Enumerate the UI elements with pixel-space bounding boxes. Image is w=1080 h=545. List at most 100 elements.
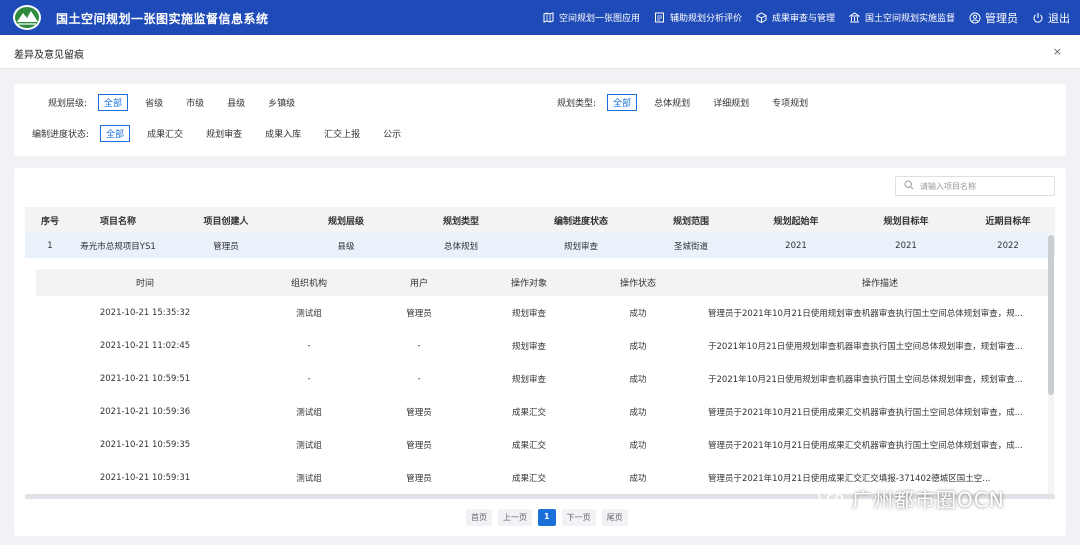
app-title: 国土空间规划一张图实施监督信息系统 <box>56 12 269 26</box>
log-cell: 管理员于2021年10月21日使用成果汇交汇交填报-371402德城区国土空..… <box>708 473 991 484</box>
filter-level-all[interactable]: 全部 <box>98 93 129 111</box>
filter-level-province[interactable]: 省级 <box>139 94 169 111</box>
operation-log-table: 时间 组织机构 用户 操作对象 操作状态 操作描述 2021-10-21 15:… <box>36 269 1052 493</box>
filter-level-city[interactable]: 市级 <box>180 94 210 111</box>
filter-progress-all[interactable]: 全部 <box>100 124 131 142</box>
column-header[interactable]: 规划层级 <box>291 214 401 227</box>
log-cell: 管理员 <box>406 440 432 451</box>
column-header[interactable]: 规划类型 <box>401 214 521 227</box>
nav-label: 空间规划一张图应用 <box>558 14 640 24</box>
bank-icon <box>849 12 861 24</box>
search-box <box>895 176 1055 196</box>
log-row[interactable]: 2021-10-21 11:02:45 - - 规划审查 成功 于2021年10… <box>36 329 1052 362</box>
log-row[interactable]: 2021-10-21 15:35:32 测试组 管理员 规划审查 成功 管理员于… <box>36 296 1052 329</box>
top-nav: 空间规划一张图应用 辅助规划分析评价 成果审查与管理 国土空间规划实施监督 管理… <box>543 0 1070 35</box>
log-cell: - <box>307 340 311 351</box>
log-cell: 2021-10-21 10:59:51 <box>99 373 191 384</box>
log-cell: 管理员 <box>406 308 432 319</box>
prev-page-button[interactable]: 上一页 <box>498 509 532 526</box>
logout-button[interactable]: 退出 <box>1032 10 1070 26</box>
filter-progress-publicity[interactable]: 公示 <box>377 125 407 142</box>
document-icon <box>654 12 666 24</box>
filter-progress-submission[interactable]: 成果汇交 <box>141 125 189 142</box>
filter-level-county[interactable]: 县级 <box>221 94 251 111</box>
wechat-watermark: 广州都市圈OCN <box>818 484 1005 513</box>
filter-level-town[interactable]: 乡镇级 <box>262 94 301 111</box>
nav-label: 辅助规划分析评价 <box>669 14 742 24</box>
log-cell: 管理员 <box>406 407 432 418</box>
table-cell: 规划审查 <box>563 241 598 252</box>
table-cell: 寿光市总规项目YS1 <box>80 241 156 252</box>
page-1-button[interactable]: 1 <box>538 509 556 526</box>
column-header: 操作描述 <box>861 279 898 289</box>
log-row[interactable]: 2021-10-21 10:59:36 测试组 管理员 成果汇交 成功 管理员于… <box>36 395 1052 428</box>
column-header: 时间 <box>135 279 154 289</box>
log-cell: 成功 <box>629 440 647 451</box>
nav-item-analysis[interactable]: 辅助规划分析评价 <box>654 11 742 24</box>
nav-item-supervision[interactable]: 国土空间规划实施监督 <box>849 11 955 24</box>
log-cell: 2021-10-21 10:59:36 <box>99 406 191 417</box>
wechat-account-label: 广州都市圈OCN <box>852 488 1005 512</box>
log-table-header: 时间 组织机构 用户 操作对象 操作状态 操作描述 <box>36 269 1052 296</box>
column-header[interactable]: 编制进度状态 <box>521 214 641 227</box>
log-cell: 测试组 <box>296 407 322 418</box>
filter-type-all[interactable]: 全部 <box>607 93 638 111</box>
table-cell: 2021 <box>895 240 917 251</box>
panel-title: 差异及意见留痕 <box>14 50 84 61</box>
search-input[interactable] <box>920 181 1040 191</box>
user-menu[interactable]: 管理员 <box>969 10 1018 26</box>
column-header[interactable]: 规划目标年 <box>851 214 961 227</box>
scrollbar-thumb[interactable] <box>1048 235 1054 395</box>
column-header[interactable]: 项目名称 <box>75 214 161 227</box>
nav-item-spatial-map[interactable]: 空间规划一张图应用 <box>543 11 640 24</box>
log-cell: 成功 <box>629 341 647 352</box>
table-cell: 1 <box>47 240 53 251</box>
filter-progress-storage[interactable]: 成果入库 <box>259 125 307 142</box>
filter-row-type: 规划类型: 全部 总体规划 详细规划 专项规划 <box>557 93 814 111</box>
table-cell: 总体规划 <box>443 241 478 252</box>
column-header: 操作状态 <box>619 279 656 289</box>
top-bar: 国土空间规划一张图实施监督信息系统 空间规划一张图应用 辅助规划分析评价 成果审… <box>0 0 1080 35</box>
close-icon[interactable]: × <box>1053 45 1062 58</box>
log-cell: 2021-10-21 10:59:31 <box>99 472 191 483</box>
filter-row-progress: 编制进度状态: 全部 成果汇交 规划审查 成果入库 汇交上报 公示 <box>32 124 407 142</box>
nav-label: 成果审查与管理 <box>771 14 835 24</box>
nav-label: 国土空间规划实施监督 <box>864 14 955 24</box>
column-header[interactable]: 序号 <box>25 214 75 227</box>
log-row[interactable]: 2021-10-21 10:59:35 测试组 管理员 成果汇交 成功 管理员于… <box>36 428 1052 461</box>
filter-label-type: 规划类型: <box>557 98 597 109</box>
log-cell: 成功 <box>629 308 647 319</box>
table-cell: 县级 <box>337 241 355 252</box>
log-cell: 2021-10-21 11:02:45 <box>99 340 191 351</box>
log-cell: 测试组 <box>296 308 322 319</box>
table-row[interactable]: 1 寿光市总规项目YS1 管理员 县级 总体规划 规划审查 圣城街道 2021 … <box>25 233 1055 258</box>
column-header[interactable]: 近期目标年 <box>961 214 1055 227</box>
last-page-button[interactable]: 尾页 <box>601 509 628 526</box>
filter-panel: 规划层级: 全部 省级 市级 县级 乡镇级 规划类型: 全部 总体规划 详细规划… <box>14 84 1066 156</box>
app-logo <box>13 5 41 30</box>
next-page-button[interactable]: 下一页 <box>561 509 596 526</box>
log-cell: 规划审查 <box>511 374 546 385</box>
main-table-header: 序号 项目名称 项目创建人 规划层级 规划类型 编制进度状态 规划范围 规划起始… <box>25 207 1055 233</box>
log-cell: 管理员 <box>406 473 432 484</box>
cube-icon <box>756 12 768 24</box>
filter-row-level: 规划层级: 全部 省级 市级 县级 乡镇级 <box>48 93 301 111</box>
column-header[interactable]: 规划范围 <box>641 214 741 227</box>
log-row[interactable]: 2021-10-21 10:59:51 - - 规划审查 成功 于2021年10… <box>36 362 1052 395</box>
log-cell: 成功 <box>629 407 647 418</box>
log-cell: 管理员于2021年10月21日使用成果汇交机器审查执行国土空间总体规划审查，成.… <box>708 407 1023 418</box>
user-icon <box>969 12 981 24</box>
filter-progress-review[interactable]: 规划审查 <box>200 125 248 142</box>
nav-item-review[interactable]: 成果审查与管理 <box>756 11 835 24</box>
log-cell: 2021-10-21 10:59:35 <box>99 439 191 450</box>
filter-progress-report[interactable]: 汇交上报 <box>318 125 366 142</box>
filter-type-overall[interactable]: 总体规划 <box>648 94 696 111</box>
first-page-button[interactable]: 首页 <box>466 509 492 526</box>
column-header[interactable]: 规划起始年 <box>741 214 851 227</box>
panel-header: 差异及意见留痕 × <box>0 35 1080 69</box>
vertical-scrollbar[interactable] <box>1048 233 1054 495</box>
filter-type-special[interactable]: 专项规划 <box>766 94 814 111</box>
table-cell: 2022 <box>997 240 1019 251</box>
filter-type-detailed[interactable]: 详细规划 <box>707 94 755 111</box>
column-header[interactable]: 项目创建人 <box>161 214 291 227</box>
